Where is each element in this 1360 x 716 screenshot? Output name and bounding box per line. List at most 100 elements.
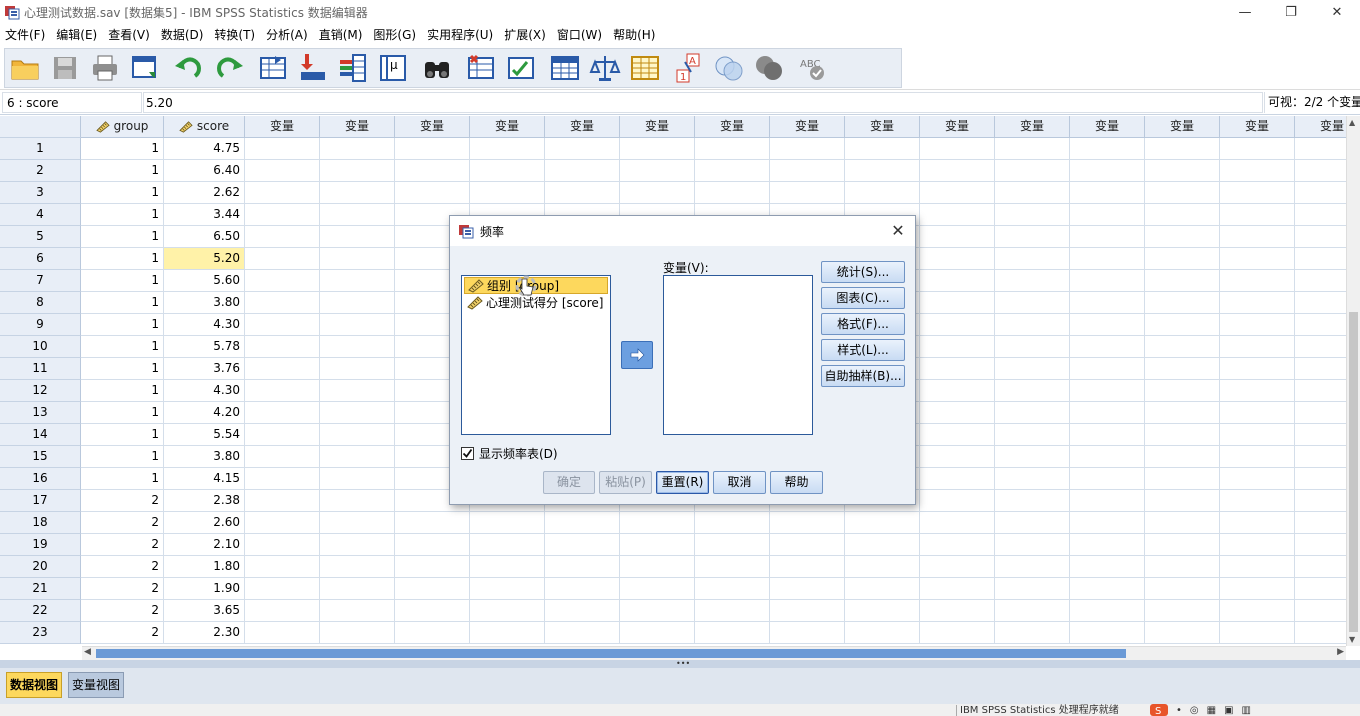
cell-empty[interactable]: [1220, 534, 1295, 556]
cell-empty[interactable]: [695, 182, 770, 204]
tray-shirt-icon[interactable]: ▣: [1224, 705, 1233, 716]
cell-empty[interactable]: [995, 468, 1070, 490]
cell-empty[interactable]: [1145, 336, 1220, 358]
row-header[interactable]: 4: [0, 204, 81, 226]
cell-empty[interactable]: [1220, 292, 1295, 314]
menu-help[interactable]: 帮助(H): [612, 24, 665, 46]
cell-empty[interactable]: [470, 182, 545, 204]
run-descriptives-icon[interactable]: μ: [375, 50, 411, 86]
row-header[interactable]: 11: [0, 358, 81, 380]
cell-empty[interactable]: [1145, 512, 1220, 534]
help-button[interactable]: 帮助: [770, 471, 823, 494]
row-header[interactable]: 17: [0, 490, 81, 512]
cell-empty[interactable]: [920, 622, 995, 644]
cell-empty[interactable]: [995, 248, 1070, 270]
cell-empty[interactable]: [1220, 512, 1295, 534]
cell-empty[interactable]: [245, 380, 320, 402]
paste-button[interactable]: 粘贴(P): [599, 471, 652, 494]
cell-score[interactable]: 3.80: [164, 292, 245, 314]
cell-empty[interactable]: [845, 556, 920, 578]
cell-group[interactable]: 2: [81, 534, 164, 556]
cell-empty[interactable]: [1070, 160, 1145, 182]
cell-score[interactable]: 5.54: [164, 424, 245, 446]
cell-empty[interactable]: [920, 380, 995, 402]
cell-empty[interactable]: [470, 138, 545, 160]
cell-group[interactable]: 2: [81, 622, 164, 644]
cell-empty[interactable]: [1070, 512, 1145, 534]
cell-empty[interactable]: [320, 556, 395, 578]
cell-empty[interactable]: [845, 182, 920, 204]
cell-empty[interactable]: [1070, 402, 1145, 424]
row-header[interactable]: 14: [0, 424, 81, 446]
cell-empty[interactable]: [920, 534, 995, 556]
column-header-group[interactable]: group: [81, 116, 164, 138]
cell-empty[interactable]: [320, 248, 395, 270]
cell-empty[interactable]: [1295, 380, 1346, 402]
cell-group[interactable]: 1: [81, 446, 164, 468]
cell-empty[interactable]: [620, 138, 695, 160]
cell-group[interactable]: 1: [81, 358, 164, 380]
weight-cases-icon[interactable]: [587, 50, 623, 86]
cell-empty[interactable]: [1295, 314, 1346, 336]
cell-empty[interactable]: [1220, 380, 1295, 402]
style-button[interactable]: 样式(L)...: [821, 339, 905, 361]
cell-empty[interactable]: [1220, 446, 1295, 468]
cell-empty[interactable]: [995, 578, 1070, 600]
cell-empty[interactable]: [1070, 292, 1145, 314]
cell-empty[interactable]: [920, 358, 995, 380]
cell-empty[interactable]: [1145, 556, 1220, 578]
cell-empty[interactable]: [920, 182, 995, 204]
cell-group[interactable]: 1: [81, 292, 164, 314]
splitter-grip-icon[interactable]: •••: [676, 660, 690, 668]
cell-empty[interactable]: [620, 556, 695, 578]
cell-empty[interactable]: [1295, 248, 1346, 270]
cell-empty[interactable]: [1070, 358, 1145, 380]
cell-empty[interactable]: [1145, 402, 1220, 424]
cell-empty[interactable]: [695, 138, 770, 160]
cell-empty[interactable]: [920, 446, 995, 468]
row-header[interactable]: 6: [0, 248, 81, 270]
column-header-empty[interactable]: 变量: [245, 116, 320, 138]
cell-empty[interactable]: [1070, 314, 1145, 336]
cell-empty[interactable]: [995, 446, 1070, 468]
cell-empty[interactable]: [695, 512, 770, 534]
cell-empty[interactable]: [1220, 468, 1295, 490]
cell-empty[interactable]: [995, 182, 1070, 204]
cell-group[interactable]: 1: [81, 182, 164, 204]
cell-empty[interactable]: [695, 534, 770, 556]
cell-empty[interactable]: [470, 578, 545, 600]
cell-empty[interactable]: [1295, 204, 1346, 226]
horizontal-scroll-thumb[interactable]: [96, 649, 1126, 658]
variables-icon[interactable]: [335, 50, 371, 86]
cell-empty[interactable]: [1295, 182, 1346, 204]
cell-empty[interactable]: [1295, 336, 1346, 358]
cell-empty[interactable]: [995, 512, 1070, 534]
cell-empty[interactable]: [395, 556, 470, 578]
dialog-title-bar[interactable]: 频率 ✕: [450, 216, 915, 246]
cell-empty[interactable]: [845, 138, 920, 160]
column-header-empty[interactable]: 变量: [470, 116, 545, 138]
cell-score[interactable]: 6.40: [164, 160, 245, 182]
cell-empty[interactable]: [245, 490, 320, 512]
save-icon[interactable]: [47, 50, 83, 86]
restore-button[interactable]: ❐: [1268, 0, 1314, 24]
cell-empty[interactable]: [320, 292, 395, 314]
row-header[interactable]: 16: [0, 468, 81, 490]
cell-empty[interactable]: [1070, 226, 1145, 248]
cell-empty[interactable]: [1145, 226, 1220, 248]
tab-data-view[interactable]: 数据视图: [6, 672, 63, 698]
cell-empty[interactable]: [245, 446, 320, 468]
cell-empty[interactable]: [995, 556, 1070, 578]
cell-empty[interactable]: [920, 270, 995, 292]
cell-empty[interactable]: [470, 512, 545, 534]
cell-empty[interactable]: [1295, 600, 1346, 622]
cell-empty[interactable]: [995, 226, 1070, 248]
cell-empty[interactable]: [1220, 138, 1295, 160]
cell-empty[interactable]: [620, 182, 695, 204]
cell-empty[interactable]: [1220, 622, 1295, 644]
cell-empty[interactable]: [995, 292, 1070, 314]
cell-empty[interactable]: [245, 336, 320, 358]
cell-empty[interactable]: [245, 578, 320, 600]
cell-empty[interactable]: [545, 622, 620, 644]
cell-empty[interactable]: [695, 556, 770, 578]
